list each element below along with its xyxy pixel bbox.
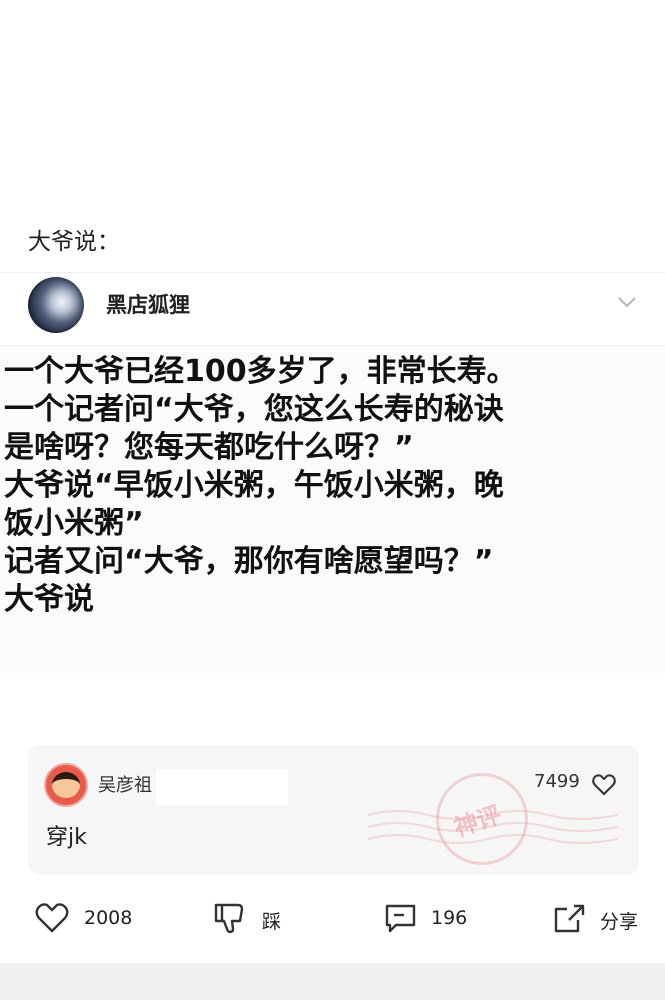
heart-like-icon <box>35 903 69 933</box>
comment-button[interactable]: 196 <box>383 893 493 943</box>
like-button[interactable]: 2008 <box>34 893 154 943</box>
post-line: 一个大爷已经100多岁了，非常长寿。 <box>4 354 517 389</box>
comment-text: 穿jk <box>46 825 87 850</box>
comment-like-count: 7499 <box>534 771 580 792</box>
comment-icon <box>385 904 416 933</box>
post-line: 大爷说 <box>4 582 94 617</box>
chevron-down-icon[interactable] <box>616 291 638 313</box>
hot-comment-card[interactable]: 神评 吴彦祖 7499 穿jk <box>28 745 639 875</box>
post-line: 饭小米粥” <box>4 506 144 541</box>
like-icon[interactable] <box>591 772 617 798</box>
share-icon <box>554 904 585 933</box>
post-line: 大爷说“早饭小米粥，午饭小米粥，晚 <box>4 468 504 503</box>
stamp-text: 神评 <box>450 800 505 843</box>
hot-comment-stamp: 神评 <box>424 761 540 875</box>
post-line: 记者又问“大爷，那你有啥愿望吗？” <box>4 544 494 579</box>
post-header: 黑店狐狸 <box>0 273 665 346</box>
bottom-divider <box>0 963 665 1000</box>
commenter-name[interactable]: 吴彦祖 <box>98 771 152 797</box>
commenter-avatar[interactable] <box>44 763 88 807</box>
quoted-post-card[interactable]: 黑店狐狸 一个大爷已经100多岁了，非常长寿。 一个记者问“大爷，您这么长寿的秘… <box>0 272 665 673</box>
like-count: 2008 <box>84 907 133 929</box>
share-button[interactable]: 分享 <box>552 893 652 943</box>
post-line: 一个记者问“大爷，您这么长寿的秘诀 <box>4 392 504 427</box>
caption-text: 大爷说： <box>28 229 120 255</box>
action-bar: 2008 踩 196 分享 <box>0 893 665 943</box>
comment-count: 196 <box>431 907 468 929</box>
redacted-area <box>156 769 288 805</box>
author-avatar[interactable] <box>28 277 84 333</box>
dislike-button[interactable]: 踩 <box>212 893 312 943</box>
author-name[interactable]: 黑店狐狸 <box>106 289 190 319</box>
avatar-face <box>52 772 80 798</box>
post-line: 是啥呀？您每天都吃什么呀？” <box>4 430 414 465</box>
thumbs-down-icon <box>214 903 244 934</box>
dislike-label: 踩 <box>262 911 282 933</box>
share-label: 分享 <box>600 911 639 933</box>
post-body: 一个大爷已经100多岁了，非常长寿。 一个记者问“大爷，您这么长寿的秘诀 是啥呀… <box>4 353 659 619</box>
